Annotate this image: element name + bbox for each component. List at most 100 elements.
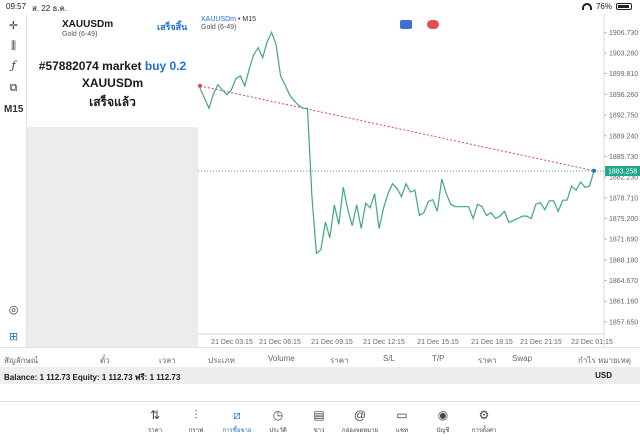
price-tick-label: 1899.810 <box>609 71 638 78</box>
price-tick-label: 1889.240 <box>609 133 638 140</box>
legend-symbol[interactable]: XAUUSDm <box>201 16 236 23</box>
price-tick-label: 1878.710 <box>609 195 638 202</box>
timeframe-button[interactable]: M15 <box>4 102 23 118</box>
history-icon: ◷ <box>272 408 284 422</box>
price-tick-label: 1864.670 <box>609 278 638 285</box>
price-tick-label: 1892.750 <box>609 113 638 120</box>
status-time: 09:57 <box>6 2 27 11</box>
tab-trade-label: การซื้อขาย <box>222 428 252 434</box>
balance-summary: Balance: 1 112.73 Equity: 1 112.73 ฟรี: … <box>4 373 181 382</box>
order-symbol: XAUUSDm <box>81 76 144 90</box>
tab-chat[interactable]: ▭ แชท <box>382 408 422 435</box>
time-tick-label: 21 Dec 12:15 <box>363 339 405 346</box>
objects-icon[interactable]: ⧉ <box>4 80 23 96</box>
chart-toolbar: ✛ ⫼ ƒ ⧉ M15 ◎ ⊞ <box>0 14 27 347</box>
tab-quotes-label: ราคา <box>148 428 162 434</box>
trade-icon: ⧄ <box>233 408 241 422</box>
order-status: เสร็จแล้ว <box>89 95 136 109</box>
chart-background <box>198 14 640 347</box>
price-chart[interactable]: 1906.730 1903.280 1899.810 1896.260 1892.750… <box>198 14 640 347</box>
time-tick-label: 21 Dec 21:15 <box>520 339 562 346</box>
indicators-icon[interactable]: ⫼ <box>4 38 23 54</box>
current-price-label: 1883.258 <box>605 166 640 177</box>
price-tick-label: 1861.160 <box>609 299 638 306</box>
new-order-icon[interactable]: ⊞ <box>4 329 23 345</box>
chart-icon: ⫶ <box>194 408 198 422</box>
tab-trade[interactable]: ⧄ การซื้อขาย <box>217 408 257 435</box>
legend-timeframe: • M15 <box>237 16 256 23</box>
quotes-icon: ⇅ <box>149 408 161 422</box>
tab-account[interactable]: ◉ บัญชี <box>423 408 463 435</box>
wifi-icon <box>581 3 592 10</box>
mailbox-icon: @ <box>353 408 367 422</box>
col-sl[interactable]: S/L <box>383 354 395 363</box>
time-tick-label: 22 Dec 01:15 <box>571 339 613 346</box>
col-volume[interactable]: Volume <box>268 354 295 363</box>
price-tick-label: 1871.690 <box>609 237 638 244</box>
col-tp[interactable]: T/P <box>432 354 444 363</box>
time-tick-label: 21 Dec 15:15 <box>417 339 459 346</box>
price-tick-label: 1906.730 <box>609 30 638 37</box>
legend-description: Gold (6-49) <box>201 24 237 31</box>
entry-marker <box>198 83 202 88</box>
price-tick-label: 1868.180 <box>609 257 638 264</box>
signal-icon[interactable] <box>427 20 439 29</box>
col-profit[interactable]: กำไร <box>578 354 596 367</box>
chart-search-icon[interactable]: ◎ <box>4 302 23 318</box>
balance-row: Balance: 1 112.73 Equity: 1 112.73 ฟรี: … <box>0 367 640 384</box>
col-price[interactable]: ราคา <box>330 354 349 367</box>
col-ticket[interactable]: ตั๋ว <box>100 354 110 367</box>
tab-mailbox[interactable]: @ กล่องจดหมาย <box>340 408 380 435</box>
account-icon: ◉ <box>437 408 449 422</box>
tab-news[interactable]: ▤ ข่าว <box>299 408 339 435</box>
settings-icon: ⚙ <box>478 408 490 422</box>
tab-quotes[interactable]: ⇅ ราคา <box>135 408 175 435</box>
time-tick-label: 21 Dec 06:15 <box>259 339 301 346</box>
order-summary: #57882074 market buy 0.2 <box>27 59 198 73</box>
tab-history-label: ประวัติ <box>269 428 287 434</box>
news-icon: ▤ <box>313 408 325 422</box>
tab-mailbox-label: กล่องจดหมาย <box>341 428 379 434</box>
price-tick-label: 1885.730 <box>609 154 638 161</box>
time-tick-label: 21 Dec 18:15 <box>471 339 513 346</box>
tab-chart-label: กราฟ <box>188 428 204 434</box>
col-type[interactable]: ประเภท <box>208 354 235 367</box>
time-tick-label: 21 Dec 09:15 <box>311 339 353 346</box>
col-comment[interactable]: หมายเหตุ <box>598 354 631 367</box>
col-time[interactable]: เวลา <box>159 354 176 367</box>
tab-news-label: ข่าว <box>313 428 325 434</box>
col-symbol[interactable]: สัญลักษณ์ <box>4 354 38 367</box>
battery-percent: 76% <box>595 2 612 11</box>
order-panel-background <box>27 127 198 347</box>
price-tick-label: 1903.280 <box>609 51 638 58</box>
status-right: 76% <box>581 2 632 11</box>
one-click-trading-icon[interactable] <box>400 20 412 29</box>
function-icon[interactable]: ƒ <box>4 58 23 74</box>
price-tick-label: 1857.650 <box>609 319 638 326</box>
order-side: buy 0.2 <box>144 59 187 73</box>
col-swap[interactable]: Swap <box>512 354 532 363</box>
order-ticket: #57882074 market <box>38 59 142 73</box>
tab-chat-label: แชท <box>396 428 408 434</box>
tab-history[interactable]: ◷ ประวัติ <box>258 408 298 435</box>
tab-chart[interactable]: ⫶ กราฟ <box>176 408 216 435</box>
price-axis: 1906.730 1903.280 1899.810 1896.260 1892.750… <box>604 30 638 326</box>
bottom-tab-bar: ⇅ ราคา ⫶ กราฟ ⧄ การซื้อขาย ◷ ประวัติ ▤ ข… <box>0 401 640 447</box>
tab-settings-label: การตั้งค่า <box>471 428 497 434</box>
chat-icon: ▭ <box>396 408 408 422</box>
tab-account-label: บัญชี <box>436 428 450 434</box>
time-tick-label: 21 Dec 03:15 <box>211 339 253 346</box>
panel-symbol: XAUUSDm <box>62 19 114 30</box>
positions-table-header: สัญลักษณ์ ตั๋ว เวลา ประเภท Volume ราคา S… <box>0 347 640 367</box>
col-price-current[interactable]: ราคา <box>478 354 497 367</box>
panel-symbol-description: Gold (6-49) <box>62 31 98 38</box>
crosshair-icon[interactable]: ✛ <box>4 18 23 34</box>
status-bar: 09:57 ส. 22 ธ.ค. 76% <box>0 0 640 14</box>
price-tick-label: 1896.260 <box>609 92 638 99</box>
last-price-marker <box>592 168 596 173</box>
done-button[interactable]: เสร็จสิ้น <box>157 20 187 34</box>
tab-settings[interactable]: ⚙ การตั้งค่า <box>464 408 504 435</box>
chart-legend: XAUUSDm • M15 Gold (6-49) <box>201 16 256 31</box>
balance-currency: USD <box>595 371 612 380</box>
price-tick-label: 1875.200 <box>609 216 638 223</box>
